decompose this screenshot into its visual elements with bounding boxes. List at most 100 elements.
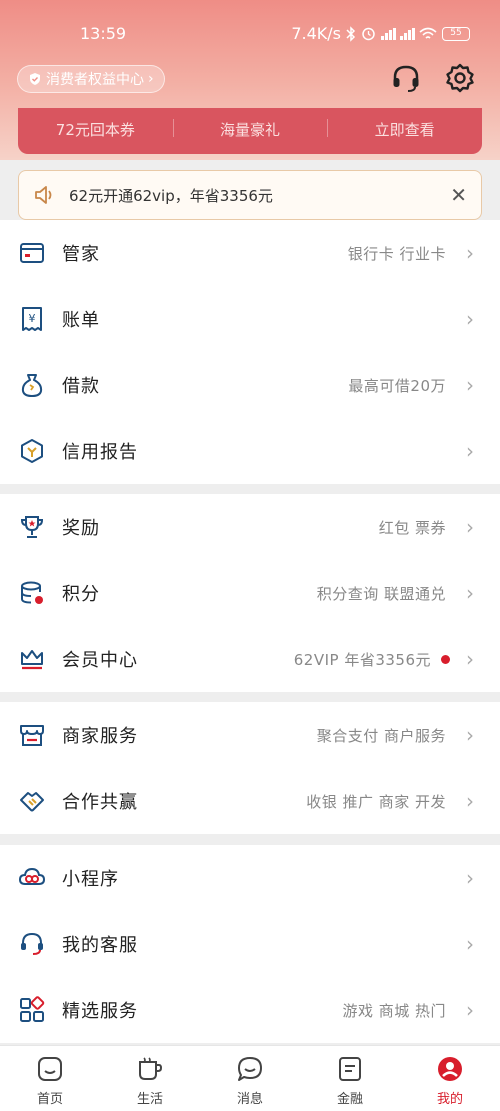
tab-label: 我的 [436, 1092, 463, 1107]
tab-label: 首页 [36, 1092, 63, 1107]
chevron-right-icon: › [466, 789, 474, 813]
tab-finance[interactable]: 金融 [300, 1046, 400, 1111]
shield-icon [30, 73, 40, 85]
tab-label: 生活 [136, 1092, 163, 1107]
signal-icon [400, 27, 415, 40]
money-bag-icon [21, 374, 43, 397]
message-icon [238, 1057, 262, 1081]
notification-dot [441, 654, 450, 664]
home-icon [38, 1057, 62, 1081]
chevron-right-icon: › [466, 307, 474, 331]
menu-item-subtitle: 聚合支付 商户服务 [316, 726, 446, 745]
menu-item-title: 商家服务 [62, 726, 138, 747]
svg-text:¥: ¥ [29, 312, 36, 325]
crown-icon [21, 650, 43, 670]
status-bar: 13:59 7.4K/s 55 [0, 0, 500, 48]
battery-icon: 55 [442, 26, 470, 41]
status-icons: 7.4K/s 55 [291, 24, 470, 43]
menu-item-subtitle: 62VIP 年省3356元 [293, 650, 431, 669]
chevron-right-icon: › [148, 71, 154, 87]
menu-item-cooperation[interactable]: 合作共赢 收银 推广 商家 开发 › [0, 768, 500, 834]
consumer-rights-center-button[interactable]: 消费者权益中心 › [17, 65, 165, 93]
headset-icon[interactable] [390, 62, 422, 94]
menu-item-title: 合作共赢 [62, 792, 138, 813]
menu-item-featured-services[interactable]: 精选服务 游戏 商城 热门 › [0, 977, 500, 1043]
mini-program-icon [18, 867, 46, 885]
menu-item-title: 精选服务 [62, 1001, 138, 1022]
menu-item-title: 小程序 [62, 869, 119, 890]
menu-item-bill[interactable]: ¥ 账单 › [0, 286, 500, 352]
wifi-icon [419, 27, 437, 39]
menu-item-subtitle: 红包 票券 [378, 518, 446, 537]
speaker-icon [35, 186, 52, 204]
menu-item-title: 借款 [62, 376, 100, 397]
bill-icon: ¥ [22, 307, 42, 331]
chevron-right-icon: › [466, 866, 474, 890]
tab-label: 金融 [336, 1092, 363, 1107]
menu-item-member-center[interactable]: 会员中心 62VIP 年省3356元 › [0, 626, 500, 692]
menu-item-customer-service[interactable]: 我的客服 › [0, 911, 500, 977]
promo-item[interactable]: 海量豪礼 [172, 118, 328, 144]
settings-icon[interactable] [444, 62, 476, 94]
promo-item[interactable]: 立即查看 [327, 118, 482, 144]
menu-item-title: 积分 [62, 584, 100, 605]
menu-item-merchant-service[interactable]: 商家服务 聚合支付 商户服务 › [0, 702, 500, 768]
menu-item-subtitle: 积分查询 联盟通兑 [316, 584, 446, 603]
menu-section-1: 管家 银行卡 行业卡 › ¥ 账单 › 借款 最高可借20万 › 信用报告 › [0, 220, 500, 484]
chevron-right-icon: › [466, 932, 474, 956]
vip-notice-text: 62元开通62vip，年省3356元 [69, 186, 273, 205]
tab-home[interactable]: 首页 [0, 1046, 100, 1111]
chevron-right-icon: › [466, 998, 474, 1022]
menu-item-subtitle: 收银 推广 商家 开发 [306, 792, 446, 811]
tab-life[interactable]: 生活 [100, 1046, 200, 1111]
finance-icon [339, 1057, 361, 1081]
menu-item-rewards[interactable]: 奖励 红包 票券 › [0, 494, 500, 560]
chevron-right-icon: › [466, 241, 474, 265]
menu-item-title: 会员中心 [62, 650, 138, 671]
service-icon [21, 932, 43, 955]
menu-item-title: 管家 [62, 244, 100, 265]
menu-item-subtitle: 游戏 商城 热门 [342, 1001, 446, 1020]
chevron-right-icon: › [466, 723, 474, 747]
menu-item-mini-program[interactable]: 小程序 › [0, 845, 500, 911]
menu-item-guanjia[interactable]: 管家 银行卡 行业卡 › [0, 220, 500, 286]
close-icon[interactable]: ✕ [450, 183, 467, 207]
tab-mine[interactable]: 我的 [400, 1046, 500, 1111]
bluetooth-icon [346, 25, 356, 42]
menu-item-title: 我的客服 [62, 935, 138, 956]
alarm-icon [362, 27, 375, 41]
bottom-tab-bar: 首页 生活 消息 金融 我的 [0, 1045, 500, 1111]
menu-item-title: 信用报告 [62, 442, 138, 463]
menu-item-points[interactable]: 积分 积分查询 联盟通兑 › [0, 560, 500, 626]
points-icon [21, 581, 43, 604]
trophy-icon [20, 516, 44, 538]
menu-item-title: 奖励 [62, 518, 100, 539]
tab-messages[interactable]: 消息 [200, 1046, 300, 1111]
signal-icon [381, 27, 396, 40]
promo-strip[interactable]: 72元回本券 海量豪礼 立即查看 [18, 108, 482, 154]
status-time: 13:59 [80, 24, 127, 43]
chevron-right-icon: › [466, 581, 474, 605]
cup-icon [139, 1057, 163, 1080]
profile-icon [438, 1057, 462, 1081]
credit-report-icon [21, 439, 43, 463]
menu-section-2: 奖励 红包 票券 › 积分 积分查询 联盟通兑 › 会员中心 62VIP 年省3… [0, 494, 500, 692]
menu-item-loan[interactable]: 借款 最高可借20万 › [0, 352, 500, 418]
chevron-right-icon: › [466, 647, 474, 671]
grid-icon [20, 996, 45, 1022]
chevron-right-icon: › [466, 439, 474, 463]
tab-label: 消息 [236, 1092, 263, 1107]
network-speed: 7.4K/s [291, 24, 341, 43]
wallet-card-icon [20, 243, 44, 263]
vip-notice-banner[interactable]: 62元开通62vip，年省3356元 ✕ [18, 170, 482, 220]
menu-section-3: 商家服务 聚合支付 商户服务 › 合作共赢 收银 推广 商家 开发 › [0, 702, 500, 834]
promo-item[interactable]: 72元回本券 [18, 119, 173, 144]
chevron-right-icon: › [466, 515, 474, 539]
menu-section-4: 小程序 › 我的客服 › 精选服务 游戏 商城 热门 › [0, 845, 500, 1043]
menu-item-credit-report[interactable]: 信用报告 › [0, 418, 500, 484]
menu-item-subtitle: 银行卡 行业卡 [347, 244, 446, 263]
handshake-icon [20, 792, 44, 812]
chevron-right-icon: › [466, 373, 474, 397]
menu-item-subtitle: 最高可借20万 [348, 376, 446, 395]
menu-item-title: 账单 [62, 310, 100, 331]
